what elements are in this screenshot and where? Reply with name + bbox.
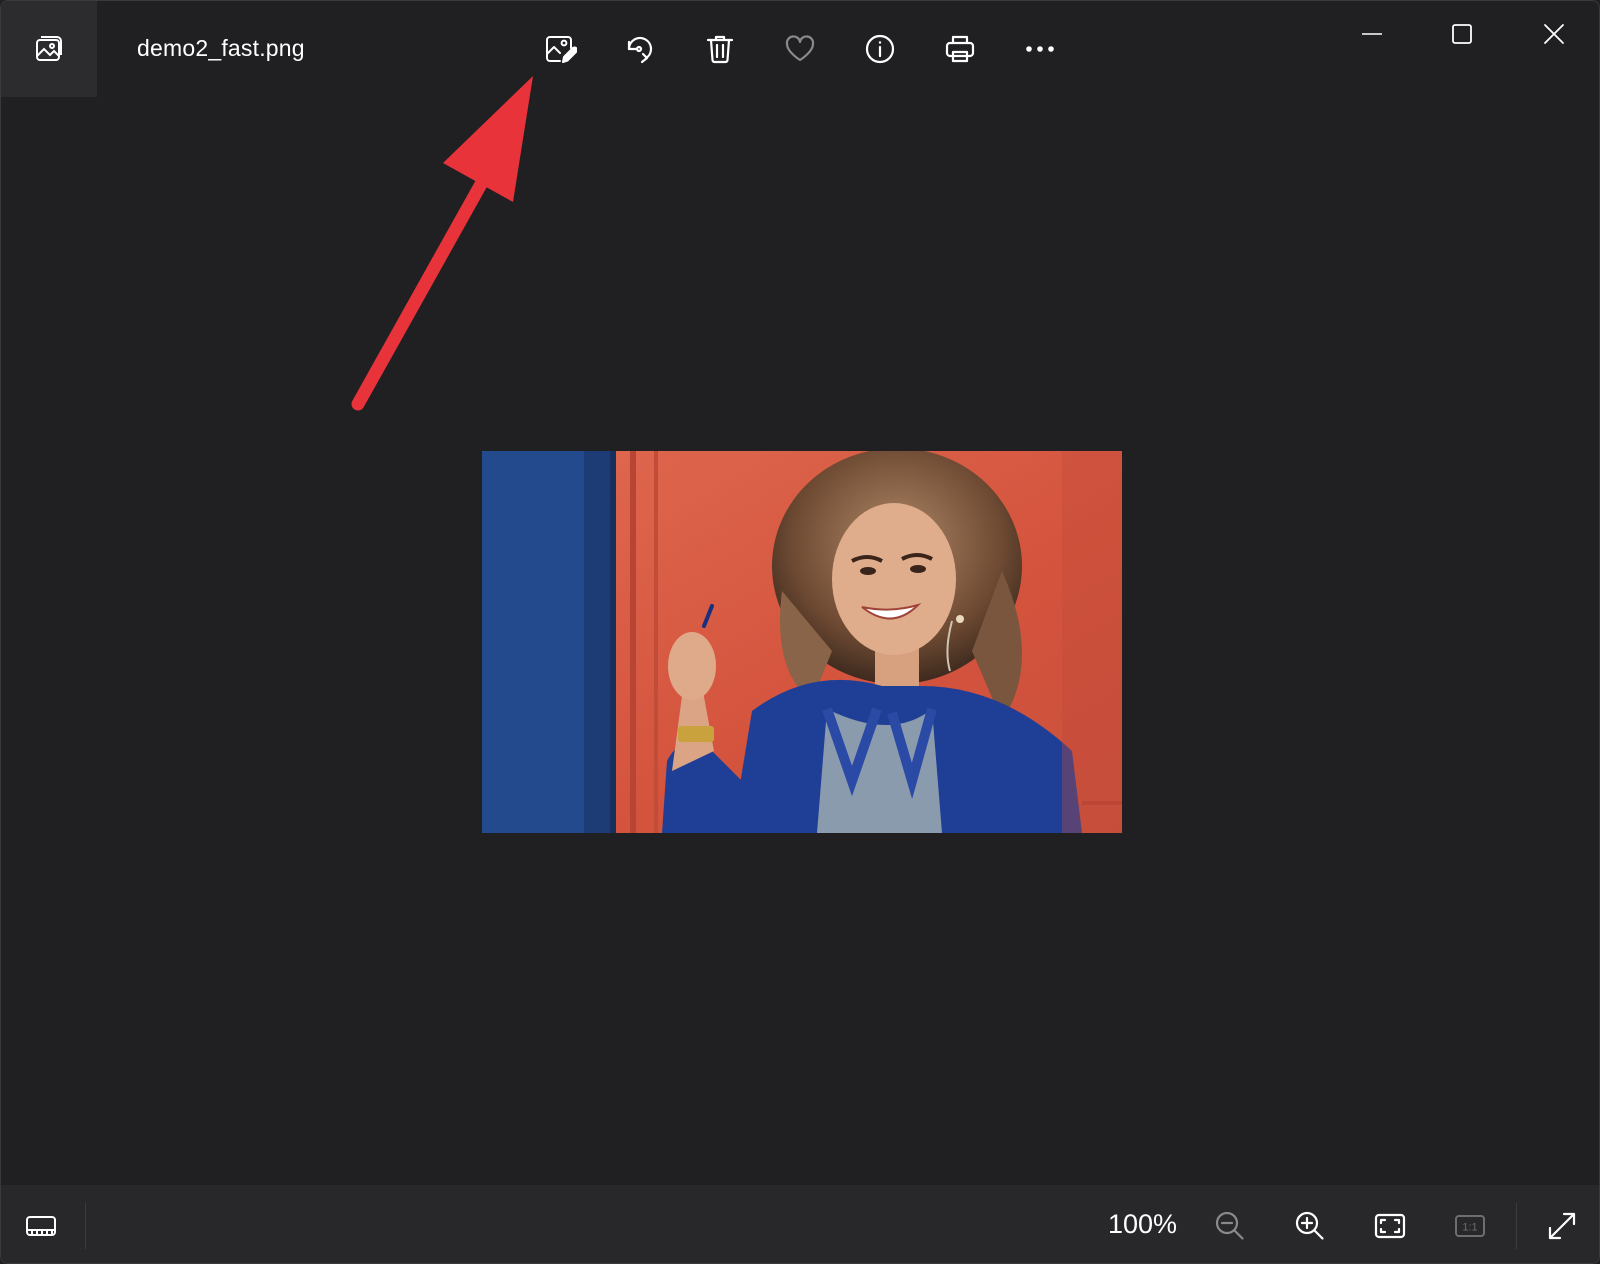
close-button[interactable] [1525, 11, 1583, 57]
photos-window: demo2_fast.png 100% 1:1 [0, 0, 1600, 1264]
full-screen-icon [1548, 1212, 1576, 1240]
bottom-divider-right [1516, 1203, 1517, 1249]
maximize-icon [1452, 24, 1472, 44]
full-screen-button[interactable] [1537, 1201, 1587, 1251]
zoom-level[interactable]: 100% [1105, 1209, 1177, 1243]
zoom-in-button[interactable] [1285, 1201, 1335, 1251]
info-icon [865, 34, 895, 64]
title-bar: demo2_fast.png [1, 1, 1599, 99]
bottom-divider-left [85, 1203, 86, 1249]
zoom-out-button[interactable] [1205, 1201, 1255, 1251]
print-button[interactable] [936, 25, 984, 73]
more-icon [1026, 46, 1054, 52]
filmstrip-button[interactable] [16, 1201, 66, 1251]
filmstrip-icon [26, 1216, 56, 1236]
minimize-icon [1362, 33, 1382, 35]
actual-size-label: 1:1 [1462, 1222, 1477, 1234]
rotate-button[interactable] [616, 25, 664, 73]
maximize-button[interactable] [1433, 11, 1491, 57]
actual-size-icon: 1:1 [1455, 1215, 1485, 1237]
fit-to-window-icon [1374, 1213, 1406, 1239]
see-more-button[interactable] [1016, 25, 1064, 73]
printer-icon [945, 35, 975, 63]
heart-icon [785, 35, 815, 62]
fit-to-window-button[interactable] [1365, 1201, 1415, 1251]
close-icon [1544, 24, 1564, 44]
favorite-button[interactable] [776, 25, 824, 73]
minimize-button[interactable] [1343, 11, 1401, 57]
bottom-bar: 100% 1:1 [1, 1185, 1599, 1263]
rotate-icon [627, 36, 653, 64]
delete-button[interactable] [696, 25, 744, 73]
zoom-in-icon [1295, 1211, 1324, 1240]
app-icon-tile[interactable] [1, 1, 97, 97]
image-canvas[interactable] [1, 99, 1599, 1185]
photos-app-icon [36, 36, 62, 61]
file-name: demo2_fast.png [137, 35, 305, 61]
trash-icon [706, 35, 734, 64]
actual-size-button[interactable]: 1:1 [1445, 1201, 1495, 1251]
edit-image-button[interactable] [536, 25, 584, 73]
edit-image-icon [546, 36, 577, 63]
file-info-button[interactable] [856, 25, 904, 73]
zoom-out-icon [1215, 1211, 1244, 1240]
displayed-photo [482, 451, 1122, 833]
